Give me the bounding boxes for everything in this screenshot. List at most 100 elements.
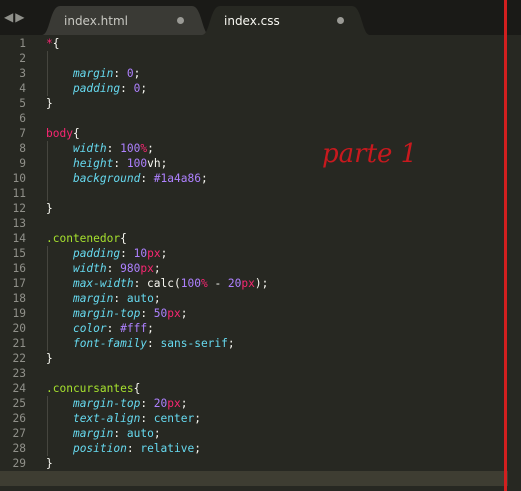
indent-guide: [47, 246, 48, 351]
code-line[interactable]: background: #1a4a86;: [46, 171, 501, 186]
code-token: 50: [153, 307, 168, 320]
code-line[interactable]: margin: auto;: [46, 426, 501, 441]
code-token: max-width: [72, 277, 134, 290]
code-line[interactable]: [0, 471, 508, 486]
code-token: %: [200, 277, 208, 290]
code-token: }: [46, 202, 53, 215]
line-number: 28: [12, 442, 26, 455]
code-line[interactable]: .contenedor{: [46, 231, 501, 246]
code-token: ;: [133, 67, 141, 80]
line-number: 6: [19, 112, 26, 125]
tab-label: index.css: [224, 14, 280, 28]
tab-scroll-left-icon[interactable]: ◀: [4, 10, 15, 24]
code-token: px: [167, 397, 181, 410]
code-line[interactable]: [46, 51, 501, 66]
code-line[interactable]: margin-top: 20px;: [46, 396, 501, 411]
line-number: 1: [19, 37, 26, 50]
line-number: 27: [12, 427, 26, 440]
line-number: 25: [12, 397, 26, 410]
indent-guide: [47, 396, 48, 456]
code-token: ;: [180, 307, 188, 320]
code-line[interactable]: height: 100vh;: [46, 156, 501, 171]
code-editor[interactable]: *{ margin: 0; padding: 0;} body{ width: 1…: [0, 36, 508, 486]
code-token: :: [113, 157, 127, 170]
code-line[interactable]: *{: [46, 36, 501, 51]
code-token: font-family: [72, 337, 148, 350]
tab-index-html[interactable]: index.html: [42, 6, 210, 35]
code-token: width: [72, 262, 107, 275]
code-line[interactable]: [46, 186, 501, 201]
code-line[interactable]: [46, 366, 501, 381]
code-token: ;: [194, 412, 201, 425]
code-line[interactable]: position: relative;: [46, 441, 501, 456]
code-token: 100: [126, 157, 148, 170]
code-line[interactable]: }: [46, 201, 501, 216]
code-line[interactable]: color: #fff;: [46, 321, 501, 336]
line-number: 18: [12, 292, 26, 305]
tab-index-css[interactable]: index.css: [202, 6, 370, 35]
line-number-gutter: 1 2 3 4 5 6 7 8 9 10 11 12 13 14 15 16 17 18 19 20 21 22 23 24 2…: [0, 36, 34, 491]
code-token: :: [147, 337, 161, 350]
code-line[interactable]: margin-top: 50px;: [46, 306, 501, 321]
code-token: height: [72, 157, 114, 170]
code-token: :: [113, 67, 127, 80]
line-number: 8: [19, 142, 26, 155]
line-number: 13: [12, 217, 26, 230]
code-token: }: [46, 352, 53, 365]
code-token: text-align: [72, 412, 141, 425]
code-token: margin: [72, 292, 114, 305]
code-line[interactable]: [46, 216, 501, 231]
unsaved-dot-icon[interactable]: [337, 17, 344, 24]
code-line[interactable]: .concursantes{: [46, 381, 501, 396]
code-line[interactable]: text-align: center;: [46, 411, 501, 426]
code-token: :: [140, 397, 154, 410]
code-line[interactable]: }: [46, 96, 501, 111]
code-line[interactable]: padding: 0;: [46, 81, 501, 96]
code-token: :: [140, 172, 154, 185]
code-line[interactable]: margin: auto;: [46, 291, 501, 306]
code-token: px: [167, 307, 181, 320]
code-line[interactable]: padding: 10px;: [46, 246, 501, 261]
code-line[interactable]: width: 100%;: [46, 141, 501, 156]
code-token: 10: [133, 247, 148, 260]
code-line[interactable]: [46, 111, 501, 126]
code-line[interactable]: }: [46, 351, 501, 366]
code-token: :: [126, 442, 141, 455]
code-token: margin: [72, 427, 114, 440]
code-token: margin-top: [72, 397, 141, 410]
code-token: sans-serif: [160, 337, 228, 350]
code-token: {: [120, 232, 127, 245]
tab-bar: ◀▶ index.html index.css: [0, 0, 521, 35]
code-token: :: [140, 412, 154, 425]
code-line[interactable]: }: [46, 456, 501, 471]
code-line[interactable]: max-width: calc(100% - 20px);: [46, 276, 501, 291]
unsaved-dot-icon[interactable]: [177, 17, 184, 24]
code-token: 20: [153, 397, 168, 410]
code-token: -: [207, 277, 228, 290]
line-number: 14: [12, 232, 26, 245]
code-token: ;: [153, 427, 161, 440]
handwritten-annotation: parte 1: [322, 139, 418, 169]
tab-scroll-right-icon[interactable]: ▶: [15, 10, 26, 24]
code-token: color: [72, 322, 107, 335]
code-token: px: [140, 262, 154, 275]
line-number: 21: [12, 337, 26, 350]
code-line[interactable]: body{: [46, 126, 501, 141]
code-token: .concursantes: [46, 382, 134, 395]
code-line[interactable]: margin: 0;: [46, 66, 501, 81]
code-token: ;: [227, 337, 235, 350]
code-token: 20: [227, 277, 242, 290]
line-number: 10: [12, 172, 26, 185]
code-line[interactable]: width: 980px;: [46, 261, 501, 276]
code-line[interactable]: font-family: sans-serif;: [46, 336, 501, 351]
